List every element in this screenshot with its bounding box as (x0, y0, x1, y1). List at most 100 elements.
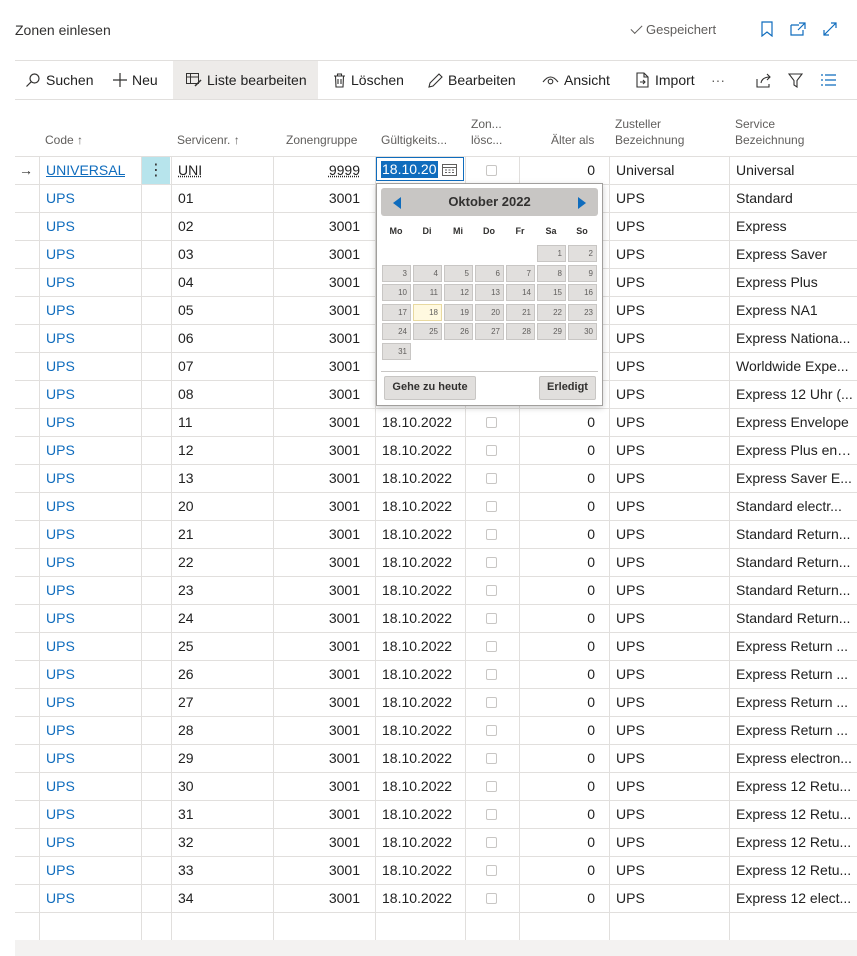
zone-delete-checkbox[interactable] (486, 585, 497, 596)
cell-service-nr[interactable]: 26 (178, 661, 194, 688)
cell-zone-group[interactable]: 3001 (277, 297, 360, 324)
calendar-day[interactable]: 27 (475, 323, 504, 340)
cell-validity-date[interactable]: 18.10.2022 (382, 465, 452, 492)
cell-older-than[interactable]: 0 (520, 521, 595, 548)
cell-service-nr[interactable]: UNI (178, 157, 202, 184)
cell-service-nr[interactable]: 30 (178, 773, 194, 800)
column-header-older-than[interactable]: Älter als (551, 132, 594, 148)
cell-zone-group[interactable]: 3001 (277, 773, 360, 800)
cell-validity-date[interactable]: 18.10.2022 (382, 857, 452, 884)
column-header-zone-group[interactable]: Zonengruppe (286, 132, 357, 148)
cell-validity-date[interactable]: 18.10.2022 (382, 521, 452, 548)
cell-zone-group[interactable]: 3001 (277, 633, 360, 660)
cell-code[interactable]: UPS (46, 325, 75, 352)
calendar-day[interactable]: 9 (568, 264, 597, 282)
go-to-today-button[interactable]: Gehe zu heute (384, 376, 476, 400)
column-header-validity[interactable]: Gültigkeits... (381, 132, 447, 148)
cell-zone-group[interactable]: 3001 (277, 241, 360, 268)
cell-service-nr[interactable]: 32 (178, 829, 194, 856)
cell-service-nr[interactable]: 34 (178, 885, 194, 912)
cell-code[interactable]: UPS (46, 185, 75, 212)
cell-code[interactable]: UPS (46, 689, 75, 716)
row-actions-icon[interactable]: ⋮ (142, 157, 170, 184)
cell-validity-date[interactable]: 18.10.2022 (382, 493, 452, 520)
cell-validity-date[interactable]: 18.10.2022 (382, 605, 452, 632)
cell-service-nr[interactable]: 21 (178, 521, 194, 548)
cell-service-nr[interactable]: 01 (178, 185, 194, 212)
cell-code[interactable]: UPS (46, 717, 75, 744)
calendar-day[interactable]: 11 (413, 284, 442, 301)
calendar-day[interactable]: 17 (382, 303, 411, 321)
calendar-day[interactable]: 24 (382, 323, 411, 340)
cell-code[interactable]: UPS (46, 857, 75, 884)
cell-older-than[interactable]: 0 (520, 409, 595, 436)
calendar-day[interactable]: 28 (506, 323, 535, 340)
cell-code[interactable]: UPS (46, 297, 75, 324)
zone-delete-checkbox[interactable] (486, 753, 497, 764)
cell-service-nr[interactable]: 28 (178, 717, 194, 744)
calendar-day[interactable]: 29 (537, 323, 566, 340)
cell-older-than[interactable]: 0 (520, 577, 595, 604)
calendar-day[interactable]: 15 (537, 284, 566, 301)
zone-delete-checkbox[interactable] (486, 809, 497, 820)
calendar-day[interactable]: 10 (382, 284, 411, 301)
cell-zone-group[interactable]: 3001 (277, 325, 360, 352)
cell-code[interactable]: UPS (46, 409, 75, 436)
bookmark-icon[interactable] (758, 20, 776, 38)
cell-code[interactable]: UPS (46, 829, 75, 856)
cell-validity-date[interactable]: 18.10.2022 (382, 773, 452, 800)
cell-zone-group[interactable]: 3001 (277, 801, 360, 828)
cell-validity-date[interactable]: 18.10.2022 (382, 885, 452, 912)
cell-code[interactable]: UPS (46, 661, 75, 688)
cell-older-than[interactable]: 0 (520, 689, 595, 716)
cell-validity-date[interactable]: 18.10.2022 (382, 549, 452, 576)
cell-validity-date[interactable]: 18.10.2022 (382, 717, 452, 744)
cell-older-than[interactable]: 0 (520, 437, 595, 464)
cell-zone-group[interactable]: 3001 (277, 381, 360, 408)
column-header-service[interactable]: Service Bezeichnung (735, 116, 804, 148)
cell-code[interactable]: UPS (46, 745, 75, 772)
zone-delete-checkbox[interactable] (486, 641, 497, 652)
cell-older-than[interactable]: 0 (520, 717, 595, 744)
cell-zone-group[interactable]: 3001 (277, 521, 360, 548)
zone-delete-checkbox[interactable] (486, 837, 497, 848)
cell-zone-group[interactable]: 3001 (277, 213, 360, 240)
calendar-day[interactable]: 2 (568, 245, 597, 262)
cell-validity-date[interactable]: 18.10.2022 (382, 437, 452, 464)
cell-code[interactable]: UPS (46, 269, 75, 296)
cell-code[interactable]: UPS (46, 241, 75, 268)
cell-service-nr[interactable]: 31 (178, 801, 194, 828)
cell-older-than[interactable]: 0 (520, 773, 595, 800)
edit-button[interactable]: Bearbeiten (428, 61, 516, 99)
zone-delete-checkbox[interactable] (486, 781, 497, 792)
zone-delete-checkbox[interactable] (486, 473, 497, 484)
cell-service-nr[interactable]: 20 (178, 493, 194, 520)
cell-zone-group[interactable]: 3001 (277, 689, 360, 716)
calendar-day[interactable]: 5 (444, 264, 473, 282)
column-header-code[interactable]: Code ↑ (45, 132, 83, 148)
cell-service-nr[interactable]: 33 (178, 857, 194, 884)
calendar-day[interactable]: 7 (506, 264, 535, 282)
more-options-button[interactable]: ··· (711, 61, 725, 99)
cell-older-than[interactable]: 0 (520, 801, 595, 828)
calendar-day[interactable]: 30 (568, 323, 597, 340)
cell-zone-group[interactable]: 3001 (277, 885, 360, 912)
cell-service-nr[interactable]: 24 (178, 605, 194, 632)
cell-validity-date[interactable]: 18.10.2022 (382, 801, 452, 828)
zone-delete-checkbox[interactable] (486, 557, 497, 568)
cell-older-than[interactable]: 0 (520, 745, 595, 772)
cell-service-nr[interactable]: 27 (178, 689, 194, 716)
cell-zone-group[interactable]: 3001 (277, 269, 360, 296)
cell-older-than[interactable]: 0 (520, 885, 595, 912)
cell-code[interactable]: UPS (46, 549, 75, 576)
calendar-day[interactable]: 21 (506, 303, 535, 321)
cell-older-than[interactable]: 0 (520, 605, 595, 632)
cell-zone-group[interactable]: 3001 (277, 577, 360, 604)
cell-older-than[interactable]: 0 (520, 549, 595, 576)
cell-zone-group[interactable]: 3001 (277, 717, 360, 744)
cell-code[interactable]: UPS (46, 885, 75, 912)
column-header-zone-delete[interactable]: Zon... lösc... (471, 116, 502, 148)
cell-validity-date[interactable]: 18.10.2022 (382, 661, 452, 688)
new-button[interactable]: Neu (113, 61, 158, 99)
zone-delete-checkbox[interactable] (486, 613, 497, 624)
